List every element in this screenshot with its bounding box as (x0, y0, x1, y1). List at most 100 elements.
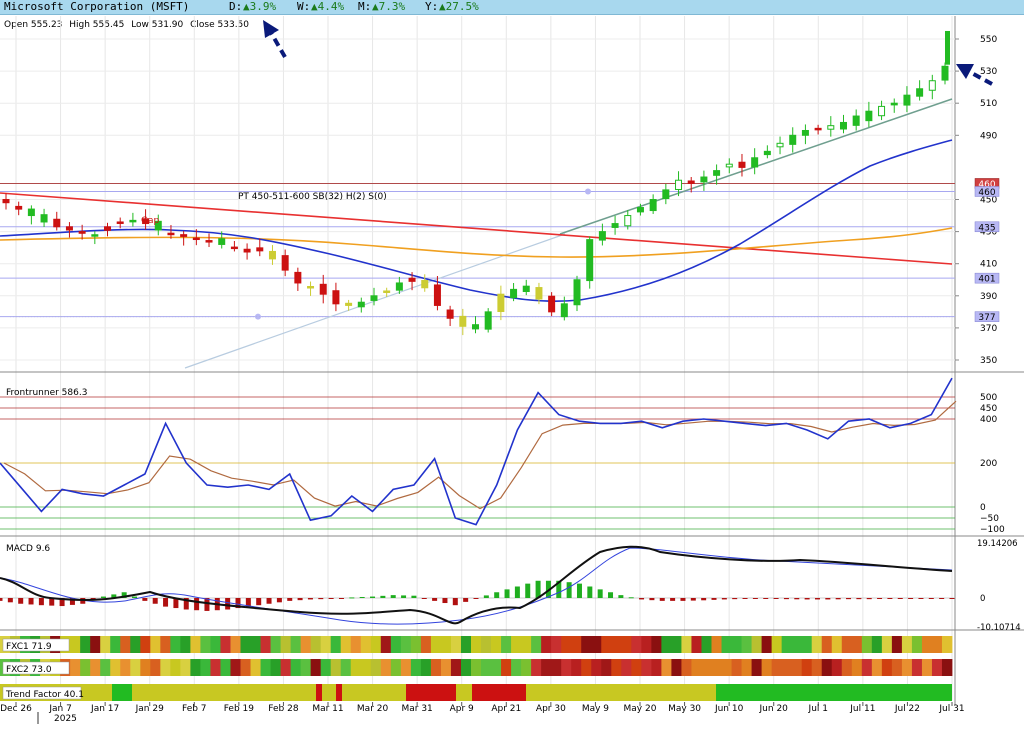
heat-cell (531, 659, 542, 676)
candle-body (421, 280, 429, 289)
candle-body (332, 290, 340, 305)
heat-cell (360, 659, 372, 676)
macd-bar (918, 598, 924, 599)
heat-cell (220, 636, 231, 653)
macd-bar (0, 598, 3, 601)
heat-cell (921, 636, 933, 653)
heat-cell (110, 636, 121, 653)
heat-cell (300, 636, 312, 653)
macd-bar (28, 598, 34, 605)
heat-cell (931, 636, 943, 653)
macd-bar (887, 598, 893, 599)
fxc2-label: FXC2 73.0 (6, 665, 52, 675)
x-tick-label: Apr 9 (450, 704, 474, 714)
heat-cell (631, 659, 642, 676)
ohlc-high: High 555.45 (69, 20, 124, 30)
macd-bar (814, 598, 820, 600)
candle-body (890, 102, 898, 106)
heat-cell (250, 659, 261, 676)
trend-segment (132, 684, 316, 701)
x-tick-label: Apr 30 (536, 704, 566, 714)
heat-cell (410, 659, 422, 676)
heat-cell (160, 659, 171, 676)
heat-cell (901, 636, 913, 653)
heat-cell (250, 636, 261, 653)
heat-cell (280, 659, 292, 676)
frontrunner-panel: −100−500 200 400450500 (0, 377, 1024, 537)
macd-bar (742, 598, 748, 599)
heat-cell (881, 659, 893, 676)
heat-cell (230, 659, 241, 676)
heat-cell (821, 659, 833, 676)
heat-cell (601, 636, 612, 653)
heat-cell (140, 659, 151, 676)
heat-cell (671, 636, 682, 653)
candle-body (104, 226, 112, 231)
heat-cell (671, 659, 682, 676)
gap-annotation: Gap (141, 216, 159, 226)
macd-bar (866, 598, 872, 600)
heat-cell (561, 659, 572, 676)
candle-body (560, 303, 568, 318)
candle-body (611, 223, 619, 228)
heat-cell (571, 659, 582, 676)
heat-cell (761, 659, 773, 676)
heat-cell (761, 636, 773, 653)
heat-cell (581, 659, 592, 676)
trend-segment (342, 684, 406, 701)
macd-bar (608, 592, 614, 598)
macd-bar (566, 582, 572, 598)
y-tick-label: 370 (980, 324, 997, 334)
y-tick-label: 200 (980, 459, 997, 469)
heat-cell (350, 659, 362, 676)
macd-bar (411, 595, 417, 598)
y-tick-label: 390 (980, 292, 997, 302)
heat-cell (220, 659, 231, 676)
heat-cell (501, 659, 512, 676)
macd-bar (763, 598, 769, 599)
heat-cell (501, 636, 512, 653)
level-dot (585, 188, 591, 195)
trend-segment (472, 684, 488, 701)
macd-bar (370, 596, 376, 598)
macd-bar (432, 598, 438, 601)
macd-bar (659, 598, 665, 601)
macd-bar (680, 598, 686, 601)
heat-cell (751, 636, 762, 653)
trend-segment (336, 684, 342, 701)
x-tick-label: Jul 31 (938, 704, 964, 714)
macd-title: MACD 9.6 (6, 544, 50, 554)
macd-bar (897, 598, 903, 599)
macd-bar (380, 595, 386, 598)
heat-cell (531, 636, 542, 653)
candle-body (27, 208, 35, 217)
heat-cell (621, 659, 632, 676)
level-label: 401 (978, 275, 995, 285)
heat-cell (290, 659, 302, 676)
heat-cell (460, 659, 472, 676)
x-tick-label: Feb 7 (182, 704, 207, 714)
y-tick-label: 490 (980, 131, 997, 141)
y-tick-label: 0 (980, 503, 986, 513)
y-tick-label: 400 (980, 415, 997, 425)
heat-cell (831, 636, 843, 653)
level-label: 377 (978, 313, 995, 323)
candle-body (814, 127, 822, 131)
frontrunner-line (0, 377, 953, 526)
heat-cell (70, 636, 81, 653)
heat-cell (891, 636, 903, 653)
candle-body (205, 240, 213, 243)
candle-body (256, 247, 264, 252)
candle-body (700, 176, 708, 183)
macd-bar (163, 598, 169, 607)
x-tick-label: Mar 31 (401, 704, 432, 714)
heat-cell (831, 659, 843, 676)
heat-cell (210, 636, 221, 653)
candle-body (598, 231, 606, 241)
heat-cell (711, 636, 722, 653)
heat-cell (370, 636, 382, 653)
heat-cell (511, 659, 522, 676)
macd-bar (949, 598, 955, 599)
x-tick-label: May 9 (582, 704, 609, 714)
candle-body (268, 250, 276, 260)
